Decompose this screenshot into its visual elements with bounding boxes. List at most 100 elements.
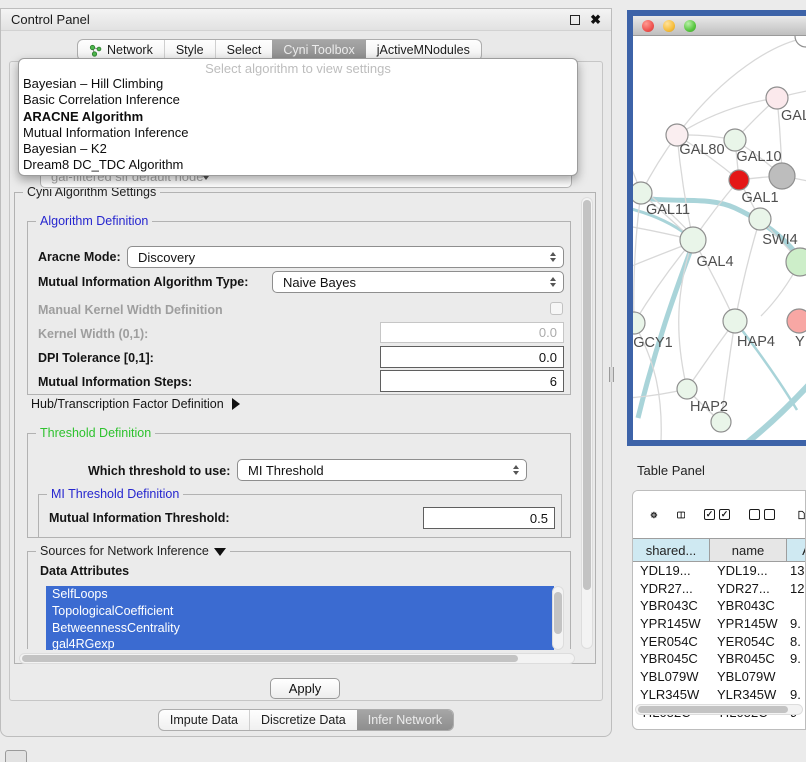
float-window-icon[interactable] xyxy=(570,15,580,25)
table-cell[interactable]: 9. xyxy=(787,615,805,633)
table-row[interactable]: YDR27...YDR27...12 xyxy=(633,580,805,598)
network-node[interactable] xyxy=(786,248,806,276)
table-cell[interactable]: YER054C xyxy=(633,633,710,651)
table-cell[interactable]: YBL079W xyxy=(633,668,710,686)
table-row[interactable]: YER054CYER054C8. xyxy=(633,633,805,651)
table-cell[interactable]: YER054C xyxy=(710,633,787,651)
gear-icon[interactable] xyxy=(650,506,658,524)
table-horizontal-scrollbar[interactable] xyxy=(635,704,803,715)
table-cell[interactable]: YBR043C xyxy=(633,597,710,615)
table-cell[interactable]: YLR345W xyxy=(633,686,710,704)
select-all-columns-icon[interactable]: ✓✓ xyxy=(704,509,730,520)
network-node-y[interactable] xyxy=(787,309,806,333)
tab-infer-network[interactable]: Infer Network xyxy=(357,710,453,730)
settings-vertical-scrollbar[interactable] xyxy=(581,197,593,649)
network-node-gal11[interactable] xyxy=(633,182,652,204)
data-attribute-topologicalcoefficient[interactable]: TopologicalCoefficient xyxy=(46,603,554,620)
network-edge[interactable] xyxy=(634,240,693,323)
aracne-mode-combo[interactable]: Discovery xyxy=(127,246,564,268)
table-cell[interactable]: YPR145W xyxy=(633,615,710,633)
sources-group-title[interactable]: Sources for Network Inference xyxy=(36,544,230,558)
table-cell[interactable]: 13 xyxy=(787,562,805,580)
mi-threshold-field[interactable]: 0.5 xyxy=(423,507,555,529)
dock-panel-button[interactable] xyxy=(5,750,27,762)
algorithm-option-aracne-algorithm[interactable]: ARACNE Algorithm xyxy=(19,109,577,125)
network-window-titlebar[interactable] xyxy=(633,16,806,36)
network-edge[interactable] xyxy=(735,219,760,321)
table-cell[interactable]: 12 xyxy=(787,580,805,598)
attributes-list-scrollbar[interactable] xyxy=(552,586,564,650)
mi-steps-field[interactable]: 6 xyxy=(380,370,564,392)
mi-algorithm-type-combo[interactable]: Naive Bayes xyxy=(272,271,564,293)
panel-splitter-handle[interactable] xyxy=(609,367,614,382)
table-row[interactable]: YLR345WYLR345W9. xyxy=(633,686,805,704)
network-node-gcy1[interactable] xyxy=(633,312,645,334)
close-panel-icon[interactable]: ✖ xyxy=(590,15,601,25)
close-window-icon[interactable] xyxy=(642,20,654,32)
network-edge[interactable] xyxy=(693,240,735,321)
algorithm-option-dream8-dc-tdc-algorithm[interactable]: Dream8 DC_TDC Algorithm xyxy=(19,157,577,173)
new-column-icon[interactable] xyxy=(798,505,805,525)
network-node-hap4[interactable] xyxy=(723,309,747,333)
table-row[interactable]: YPR145WYPR145W9. xyxy=(633,615,805,633)
table-cell[interactable]: 9. xyxy=(787,686,805,704)
data-attribute-betweennesscentrality[interactable]: BetweennessCentrality xyxy=(46,620,554,637)
network-node-gal4[interactable] xyxy=(680,227,706,253)
data-attribute-gal4rgexp[interactable]: gal4RGexp xyxy=(46,636,554,650)
table-cell[interactable]: YDR27... xyxy=(633,580,710,598)
network-node-gal1[interactable] xyxy=(729,170,749,190)
table-cell[interactable]: 9. xyxy=(787,650,805,668)
column-header-name[interactable]: name xyxy=(710,538,787,562)
network-node[interactable] xyxy=(711,412,731,432)
table-cell[interactable]: YPR145W xyxy=(710,615,787,633)
algorithm-option-mutual-information-inference[interactable]: Mutual Information Inference xyxy=(19,125,577,141)
table-row[interactable]: YBR043CYBR043C xyxy=(633,597,805,615)
table-cell[interactable]: YBL079W xyxy=(710,668,787,686)
table-cell[interactable]: YDL19... xyxy=(633,562,710,580)
apply-button[interactable]: Apply xyxy=(270,678,340,699)
table-cell[interactable] xyxy=(787,668,805,686)
tab-impute-data[interactable]: Impute Data xyxy=(159,710,249,730)
dpi-tolerance-field[interactable]: 0.0 xyxy=(380,346,564,368)
column-header-shared[interactable]: shared... xyxy=(633,538,710,562)
split-columns-icon[interactable] xyxy=(677,507,685,523)
algorithm-option-bayesian-hill-climbing[interactable]: Bayesian – Hill Climbing xyxy=(19,76,577,92)
deselect-all-columns-icon[interactable] xyxy=(749,509,775,520)
network-node-swi4[interactable] xyxy=(749,208,771,230)
network-node-gal[interactable] xyxy=(766,87,788,109)
table-cell[interactable]: 8. xyxy=(787,633,805,651)
tab-network[interactable]: Network xyxy=(78,40,164,60)
table-cell[interactable]: YDR27... xyxy=(710,580,787,598)
column-header-a[interactable]: A xyxy=(787,538,806,562)
table-cell[interactable]: YDL19... xyxy=(710,562,787,580)
table-cell[interactable]: YBR045C xyxy=(710,650,787,668)
network-node-hap2[interactable] xyxy=(677,379,697,399)
network-node-gal10[interactable] xyxy=(724,129,746,151)
network-edge[interactable] xyxy=(679,240,693,389)
zoom-window-icon[interactable] xyxy=(684,20,696,32)
settings-horizontal-scrollbar[interactable] xyxy=(19,653,575,664)
tab-discretize-data[interactable]: Discretize Data xyxy=(249,710,357,730)
table-row[interactable]: YBR045CYBR045C9. xyxy=(633,650,805,668)
table-cell[interactable]: YBR043C xyxy=(710,597,787,615)
tab-style[interactable]: Style xyxy=(164,40,215,60)
algorithm-option-bayesian-k2[interactable]: Bayesian – K2 xyxy=(19,141,577,157)
manual-kernel-width-checkbox[interactable] xyxy=(550,302,563,315)
table-cell[interactable] xyxy=(787,597,805,615)
tab-jactivemnodules[interactable]: jActiveMNodules xyxy=(366,40,481,60)
network-node[interactable] xyxy=(769,163,795,189)
tab-select[interactable]: Select xyxy=(215,40,273,60)
table-cell[interactable]: YLR345W xyxy=(710,686,787,704)
table-row[interactable]: YDL19...YDL19...13 xyxy=(633,562,805,580)
network-node[interactable] xyxy=(795,36,806,47)
minimize-window-icon[interactable] xyxy=(663,20,675,32)
table-cell[interactable]: YBR045C xyxy=(633,650,710,668)
table-row[interactable]: YBL079WYBL079W xyxy=(633,668,805,686)
algorithm-option-basic-correlation-inference[interactable]: Basic Correlation Inference xyxy=(19,92,577,108)
which-threshold-combo[interactable]: MI Threshold xyxy=(237,459,527,481)
network-canvas[interactable]: GALGAL80GAL10GAL1GAL11SWI4GAL4GCY1HAP4YH… xyxy=(633,36,806,440)
kernel-width-field[interactable]: 0.0 xyxy=(380,322,564,343)
data-attribute-selfloops[interactable]: SelfLoops xyxy=(46,586,554,603)
hub-definition-toggle[interactable]: Hub/Transcription Factor Definition xyxy=(31,397,240,411)
tab-cyni-toolbox[interactable]: Cyni Toolbox xyxy=(272,40,365,60)
